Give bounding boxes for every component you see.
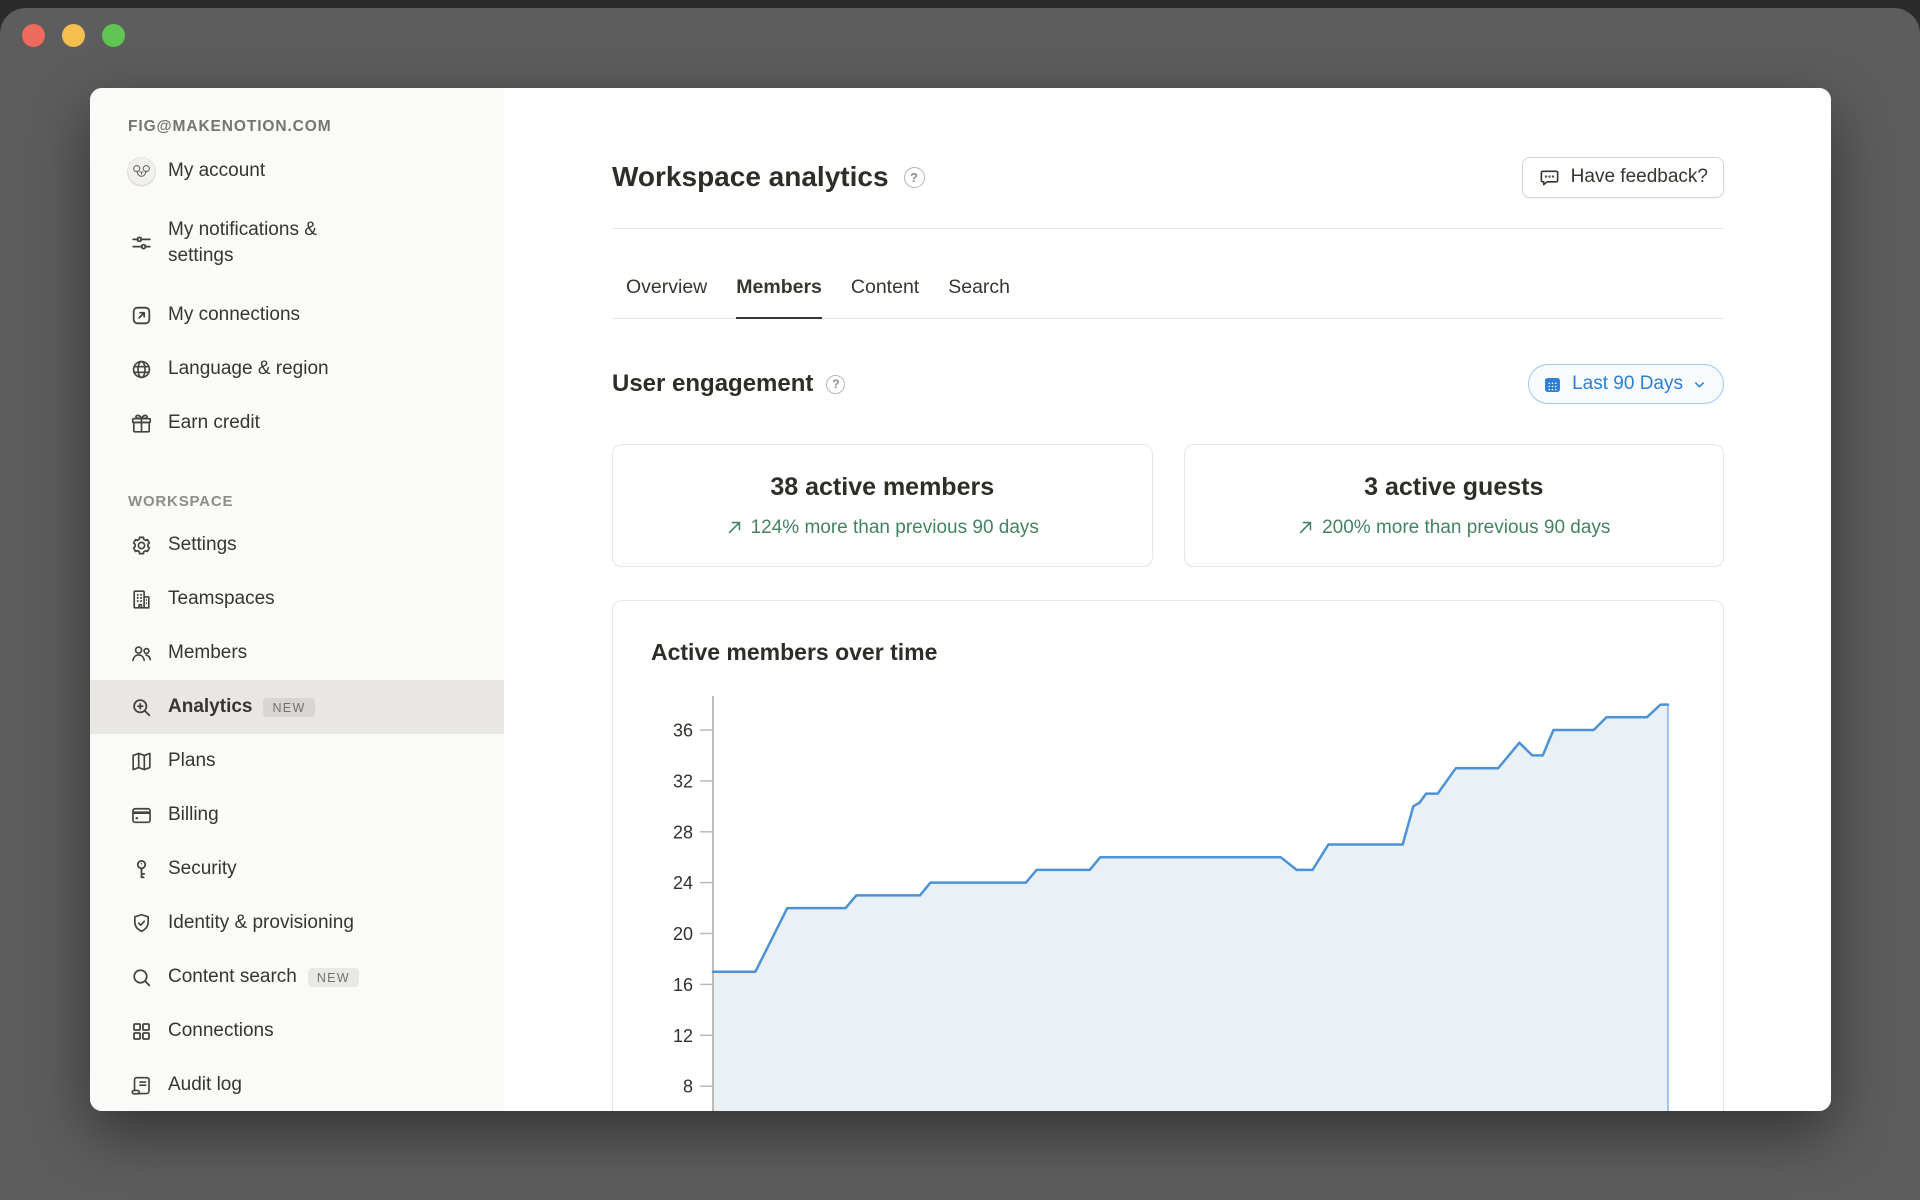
new-badge: NEW	[307, 967, 359, 987]
sidebar-item-members[interactable]: Members	[90, 626, 504, 680]
stat-delta-text: 124% more than previous 90 days	[750, 516, 1039, 538]
zoom-button[interactable]	[102, 24, 125, 47]
window-controls	[22, 24, 125, 47]
y-tick-label: 16	[673, 975, 693, 995]
grid-icon	[128, 1018, 155, 1045]
tab-overview[interactable]: Overview	[626, 274, 707, 319]
sidebar-item-label: Language & region	[168, 358, 329, 380]
magnifier-plus-icon	[128, 694, 155, 721]
sidebar-item-earn-credit[interactable]: Earn credit	[90, 396, 504, 450]
page-title: Workspace analytics	[612, 161, 889, 192]
sidebar-item-connections[interactable]: Connections	[90, 1004, 504, 1058]
sidebar-item-label: Members	[168, 642, 248, 664]
sidebar-item-settings[interactable]: Settings	[90, 518, 504, 572]
sidebar-item-teamspaces[interactable]: Teamspaces	[90, 572, 504, 626]
active-members-card: 38 active members 124% more than previou…	[612, 444, 1153, 567]
arrow-up-right-box-icon	[128, 302, 155, 329]
sidebar-item-identity-provisioning[interactable]: Identity & provisioning	[90, 896, 504, 950]
feedback-label: Have feedback?	[1570, 166, 1708, 187]
magnifier-icon	[128, 964, 155, 991]
sidebar-item-label: Audit log	[168, 1074, 242, 1096]
credit-card-icon	[128, 802, 155, 829]
new-badge: NEW	[263, 697, 315, 717]
people-icon	[128, 640, 155, 667]
stat-title: 3 active guests	[1364, 472, 1544, 501]
chevron-down-icon	[1692, 377, 1707, 392]
gear-icon	[128, 532, 155, 559]
y-tick-label: 32	[673, 771, 693, 791]
account-email: FIG@MAKENOTION.COM	[128, 118, 332, 135]
date-range-label: Last 90 Days	[1572, 373, 1683, 394]
gift-icon	[128, 410, 155, 437]
settings-sidebar: FIG@MAKENOTION.COM My account My notific…	[90, 88, 504, 1111]
globe-icon	[128, 356, 155, 383]
help-icon[interactable]: ?	[826, 374, 846, 394]
active-guests-card: 3 active guests 200% more than previous …	[1183, 444, 1724, 567]
y-tick-label: 24	[673, 873, 693, 893]
settings-window: FIG@MAKENOTION.COM My account My notific…	[90, 88, 1831, 1111]
date-range-selector[interactable]: Last 90 Days	[1528, 364, 1724, 404]
active-members-chart: 36 32 28 24 20 16 12 8	[673, 696, 1670, 1111]
stat-title: 38 active members	[770, 472, 995, 501]
trend-up-icon	[1297, 519, 1314, 536]
sidebar-item-language-region[interactable]: Language & region	[90, 342, 504, 396]
active-members-chart-card: 36 32 28 24 20 16 12 8 Active members over time	[612, 600, 1724, 1111]
sidebar-item-label: Content search	[168, 966, 297, 988]
sidebar-item-notifications-settings[interactable]: My notifications & settings	[90, 198, 504, 288]
sidebar-item-label: Security	[168, 858, 237, 880]
sidebar-item-label: My connections	[168, 304, 301, 326]
tab-members[interactable]: Members	[736, 274, 822, 319]
analytics-tabs: Overview Members Content Search	[612, 274, 1724, 319]
sidebar-item-label: Connections	[168, 1020, 274, 1042]
sidebar-item-label: Teamspaces	[168, 588, 275, 610]
calendar-icon	[1542, 374, 1563, 395]
sidebar-item-label: Earn credit	[168, 412, 260, 434]
tab-search[interactable]: Search	[948, 274, 1010, 319]
sidebar-item-label: Identity & provisioning	[168, 912, 354, 934]
trend-up-icon	[726, 519, 743, 536]
tab-content[interactable]: Content	[851, 274, 919, 319]
user-engagement-title: User engagement	[612, 370, 814, 397]
shield-check-icon	[128, 910, 155, 937]
y-tick-label: 36	[673, 721, 693, 741]
sidebar-item-label: Billing	[168, 804, 219, 826]
sidebar-item-content-search[interactable]: Content search NEW	[90, 950, 504, 1004]
y-tick-label: 8	[683, 1077, 693, 1097]
sidebar-item-label: My account	[168, 160, 266, 182]
analytics-main: Workspace analytics ? Have feedback? Ove…	[504, 88, 1831, 1111]
map-icon	[128, 748, 155, 775]
account-avatar	[128, 157, 155, 185]
chart-area	[713, 704, 1668, 1111]
speech-bubble-icon	[1538, 166, 1561, 189]
building-icon	[128, 586, 155, 613]
scroll-icon	[128, 1072, 155, 1099]
y-tick-label: 12	[673, 1026, 693, 1046]
key-icon	[128, 856, 155, 883]
sidebar-item-billing[interactable]: Billing	[90, 788, 504, 842]
sidebar-item-label: Analytics	[168, 696, 253, 718]
close-button[interactable]	[22, 24, 45, 47]
chart-title: Active members over time	[651, 639, 938, 665]
sliders-icon	[128, 230, 155, 257]
help-icon[interactable]: ?	[903, 166, 925, 188]
y-tick-label: 28	[673, 822, 693, 842]
y-tick-label: 20	[673, 924, 693, 944]
sidebar-item-my-connections[interactable]: My connections	[90, 288, 504, 342]
stat-delta-text: 200% more than previous 90 days	[1322, 516, 1611, 538]
have-feedback-button[interactable]: Have feedback?	[1521, 156, 1724, 198]
minimize-button[interactable]	[62, 24, 85, 47]
sidebar-item-label: Plans	[168, 750, 216, 772]
sidebar-item-label: My notifications & settings	[168, 219, 317, 266]
sidebar-item-analytics[interactable]: Analytics NEW	[90, 680, 504, 734]
sidebar-item-my-account[interactable]: My account	[90, 144, 504, 198]
sidebar-item-security[interactable]: Security	[90, 842, 504, 896]
workspace-section-header: WORKSPACE	[128, 493, 234, 510]
sidebar-item-label: Settings	[168, 534, 237, 556]
header-divider	[612, 228, 1724, 229]
sidebar-item-plans[interactable]: Plans	[90, 734, 504, 788]
sidebar-item-audit-log[interactable]: Audit log	[90, 1058, 504, 1111]
